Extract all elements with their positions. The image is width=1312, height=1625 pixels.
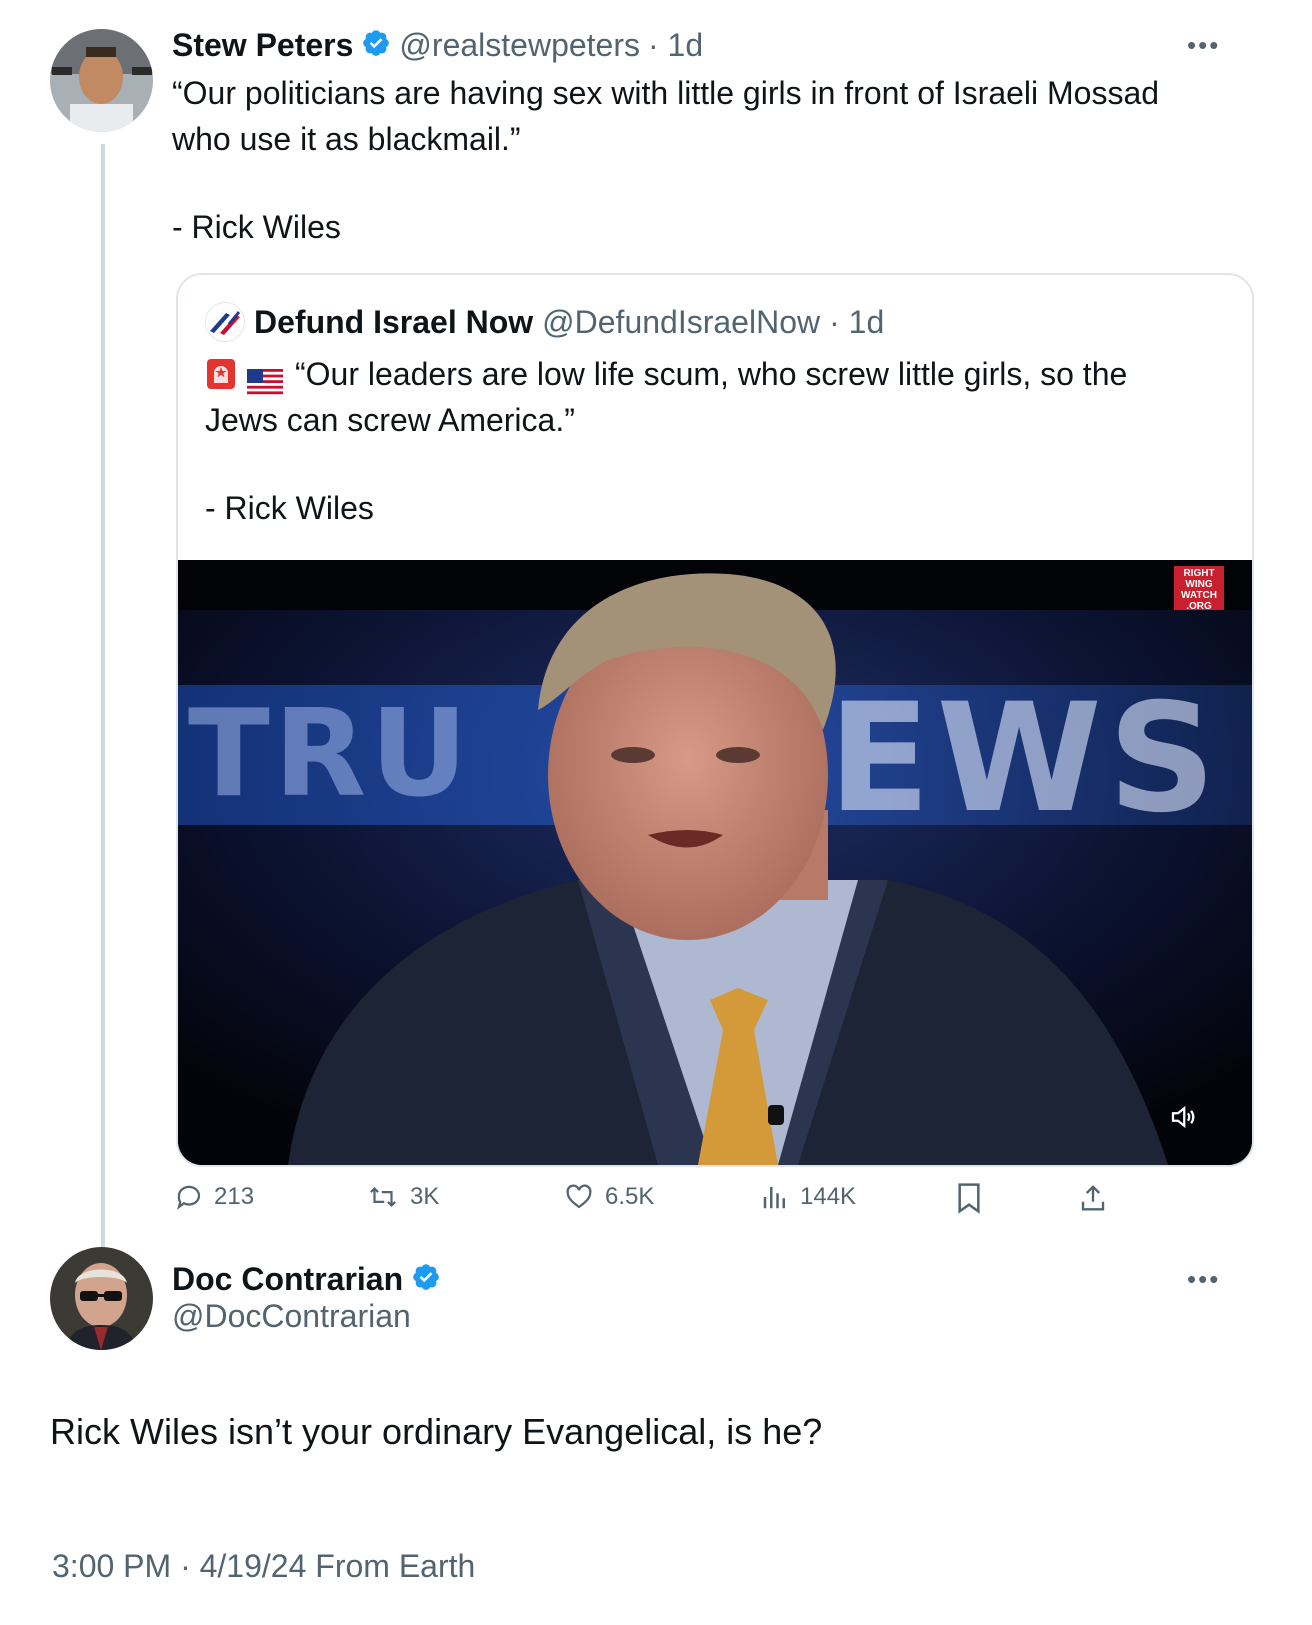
- thread-line: [101, 144, 105, 1270]
- avatar-doc-contrarian[interactable]: [50, 1247, 153, 1350]
- share-icon: [1078, 1182, 1108, 1214]
- tweet-text-line: “Our politicians are having sex with lit…: [172, 75, 1160, 111]
- tweet-text-line: who use it as blackmail.”: [172, 121, 521, 157]
- author-name[interactable]: Stew Peters: [172, 27, 353, 64]
- tweet-footer-timestamp[interactable]: 3:00 PM · 4/19/24 From Earth: [52, 1548, 475, 1585]
- quote-text-line: “Our leaders are low life scum, who scre…: [295, 356, 1128, 392]
- heart-icon: [563, 1182, 595, 1212]
- bookmark-button[interactable]: [955, 1182, 983, 1214]
- verified-badge-icon: [411, 1262, 441, 1297]
- like-button[interactable]: 6.5K: [563, 1182, 654, 1212]
- author-handle[interactable]: @realstewpeters: [399, 27, 640, 64]
- views-button[interactable]: 144K: [760, 1182, 856, 1212]
- reply-author-name[interactable]: Doc Contrarian: [172, 1261, 403, 1298]
- bookmark-icon: [955, 1182, 983, 1214]
- like-count: 6.5K: [605, 1183, 655, 1210]
- reply-icon: [174, 1182, 204, 1212]
- analytics-icon: [760, 1182, 790, 1212]
- quote-author-name[interactable]: Defund Israel Now: [254, 304, 533, 341]
- avatar-stew-peters[interactable]: [50, 29, 153, 132]
- quote-attribution: - Rick Wiles: [205, 490, 374, 526]
- watermark-logo: RIGHT WING WATCH .ORG: [1174, 566, 1224, 612]
- reply-button[interactable]: 213: [174, 1182, 254, 1212]
- video-player[interactable]: TRU EWS RIGHT WING WATCH .ORG: [178, 560, 1252, 1165]
- quote-author-handle[interactable]: @DefundIsraelNow: [542, 304, 820, 341]
- siren-icon: [205, 357, 237, 391]
- reply-text: Rick Wiles isn’t your ordinary Evangelic…: [50, 1411, 823, 1452]
- mute-speaker-icon[interactable]: [1168, 1102, 1198, 1137]
- verified-badge-icon: [361, 28, 391, 63]
- repost-button[interactable]: 3K: [366, 1182, 439, 1212]
- quote-text-line: Jews can screw America.”: [205, 402, 575, 438]
- us-flag-icon: [247, 361, 283, 395]
- defund-israel-avatar-icon: [205, 302, 245, 342]
- tweet-attribution: - Rick Wiles: [172, 209, 341, 245]
- reply-count: 213: [214, 1183, 255, 1210]
- tweet-time[interactable]: · 1d: [648, 27, 703, 64]
- reply-author-handle[interactable]: @DocContrarian: [172, 1298, 411, 1335]
- repost-count: 3K: [410, 1183, 440, 1210]
- video-background-text-left: TRU: [188, 685, 472, 824]
- quote-time[interactable]: · 1d: [829, 304, 884, 341]
- quoted-tweet-card[interactable]: Defund Israel Now @DefundIsraelNow · 1d: [176, 273, 1254, 1167]
- repost-icon: [366, 1182, 400, 1212]
- video-background-text-right: EWS: [828, 672, 1222, 846]
- share-button[interactable]: [1078, 1182, 1108, 1214]
- view-count: 144K: [800, 1183, 857, 1210]
- more-options-icon[interactable]: •••: [1187, 30, 1220, 61]
- more-options-icon[interactable]: •••: [1187, 1264, 1220, 1295]
